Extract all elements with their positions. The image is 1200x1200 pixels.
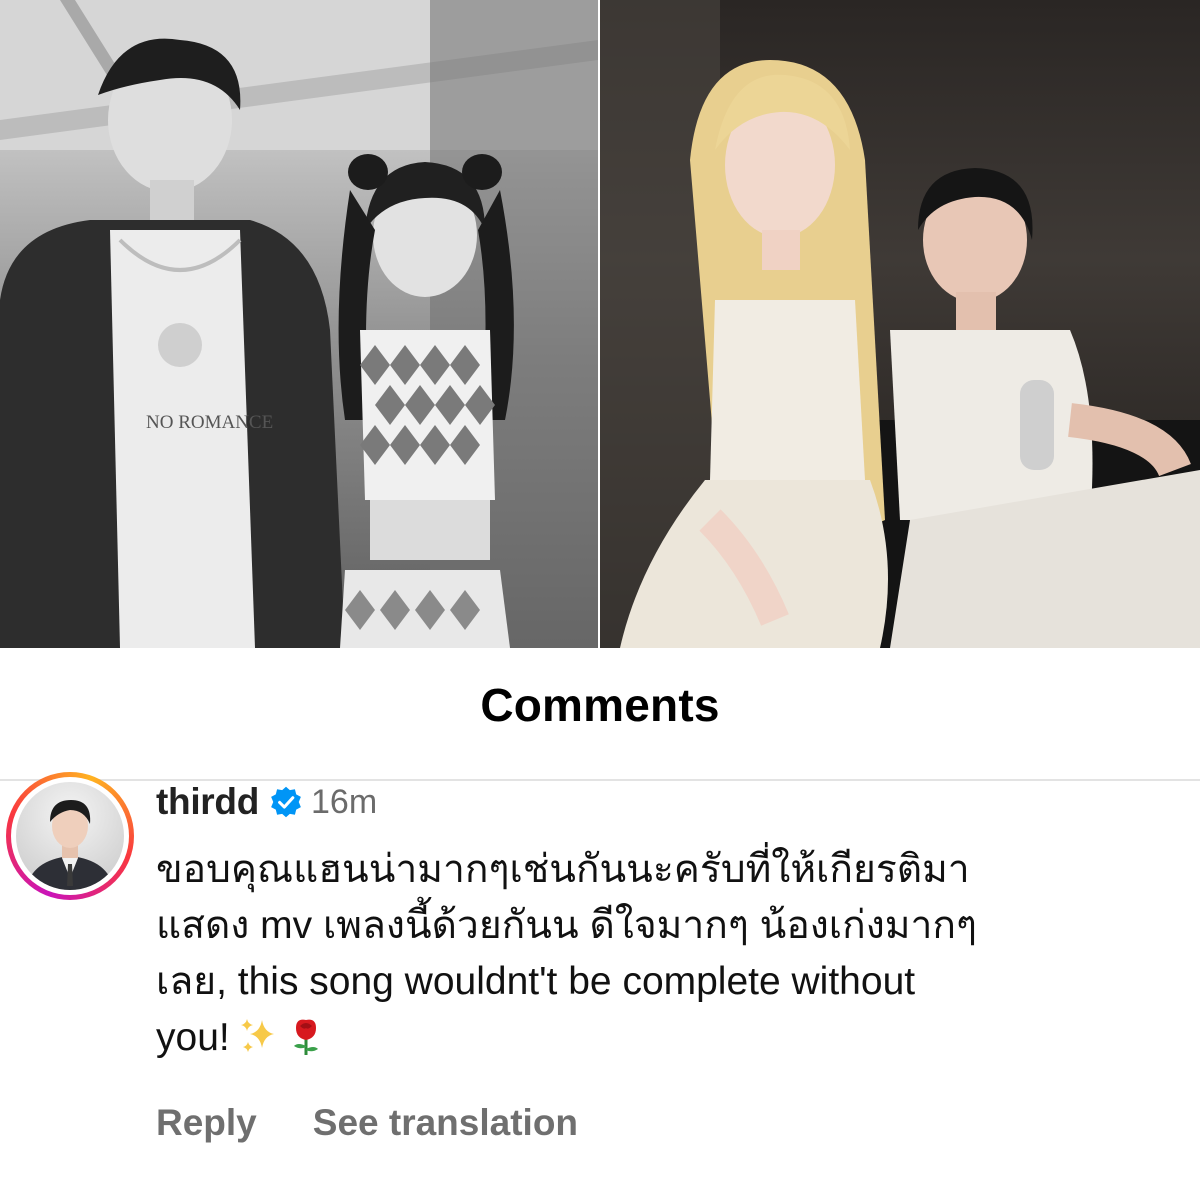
comment-actions: Reply See translation xyxy=(156,1102,578,1144)
comment-header: thirdd 16m xyxy=(156,780,377,824)
comment-line: แสดง mv เพลงนี้ด้วยกันน ดีใจมากๆ น้องเก่… xyxy=(156,904,977,947)
comment-line: เลย, this song wouldnt't be complete wit… xyxy=(156,960,916,1003)
verified-badge-icon xyxy=(271,786,301,818)
comment-text: ขอบคุณแฮนน่ามากๆเช่นกันนะครับที่ให้เกียร… xyxy=(156,842,1166,1066)
comment-line: ขอบคุณแฮนน่ามากๆเช่นกันนะครับที่ให้เกียร… xyxy=(156,848,970,891)
see-translation-button[interactable]: See translation xyxy=(313,1102,578,1144)
post-photo-left[interactable]: NO ROMANCE xyxy=(0,0,598,648)
reply-button[interactable]: Reply xyxy=(156,1102,257,1144)
shirt-print-text: NO ROMANCE xyxy=(146,412,273,433)
comment-timestamp: 16m xyxy=(311,782,378,821)
avatar[interactable] xyxy=(16,782,124,890)
post-photo-strip: NO ROMANCE xyxy=(0,0,1200,648)
comment-line: you! xyxy=(156,1016,230,1059)
comments-title: Comments xyxy=(480,679,720,731)
sparkles-icon xyxy=(240,1019,274,1052)
story-ring[interactable] xyxy=(6,772,134,900)
post-photo-right[interactable] xyxy=(600,0,1200,648)
rose-icon xyxy=(293,1019,318,1055)
comment-last-line: you! xyxy=(156,1010,1166,1066)
comment-username[interactable]: thirdd xyxy=(156,781,259,823)
